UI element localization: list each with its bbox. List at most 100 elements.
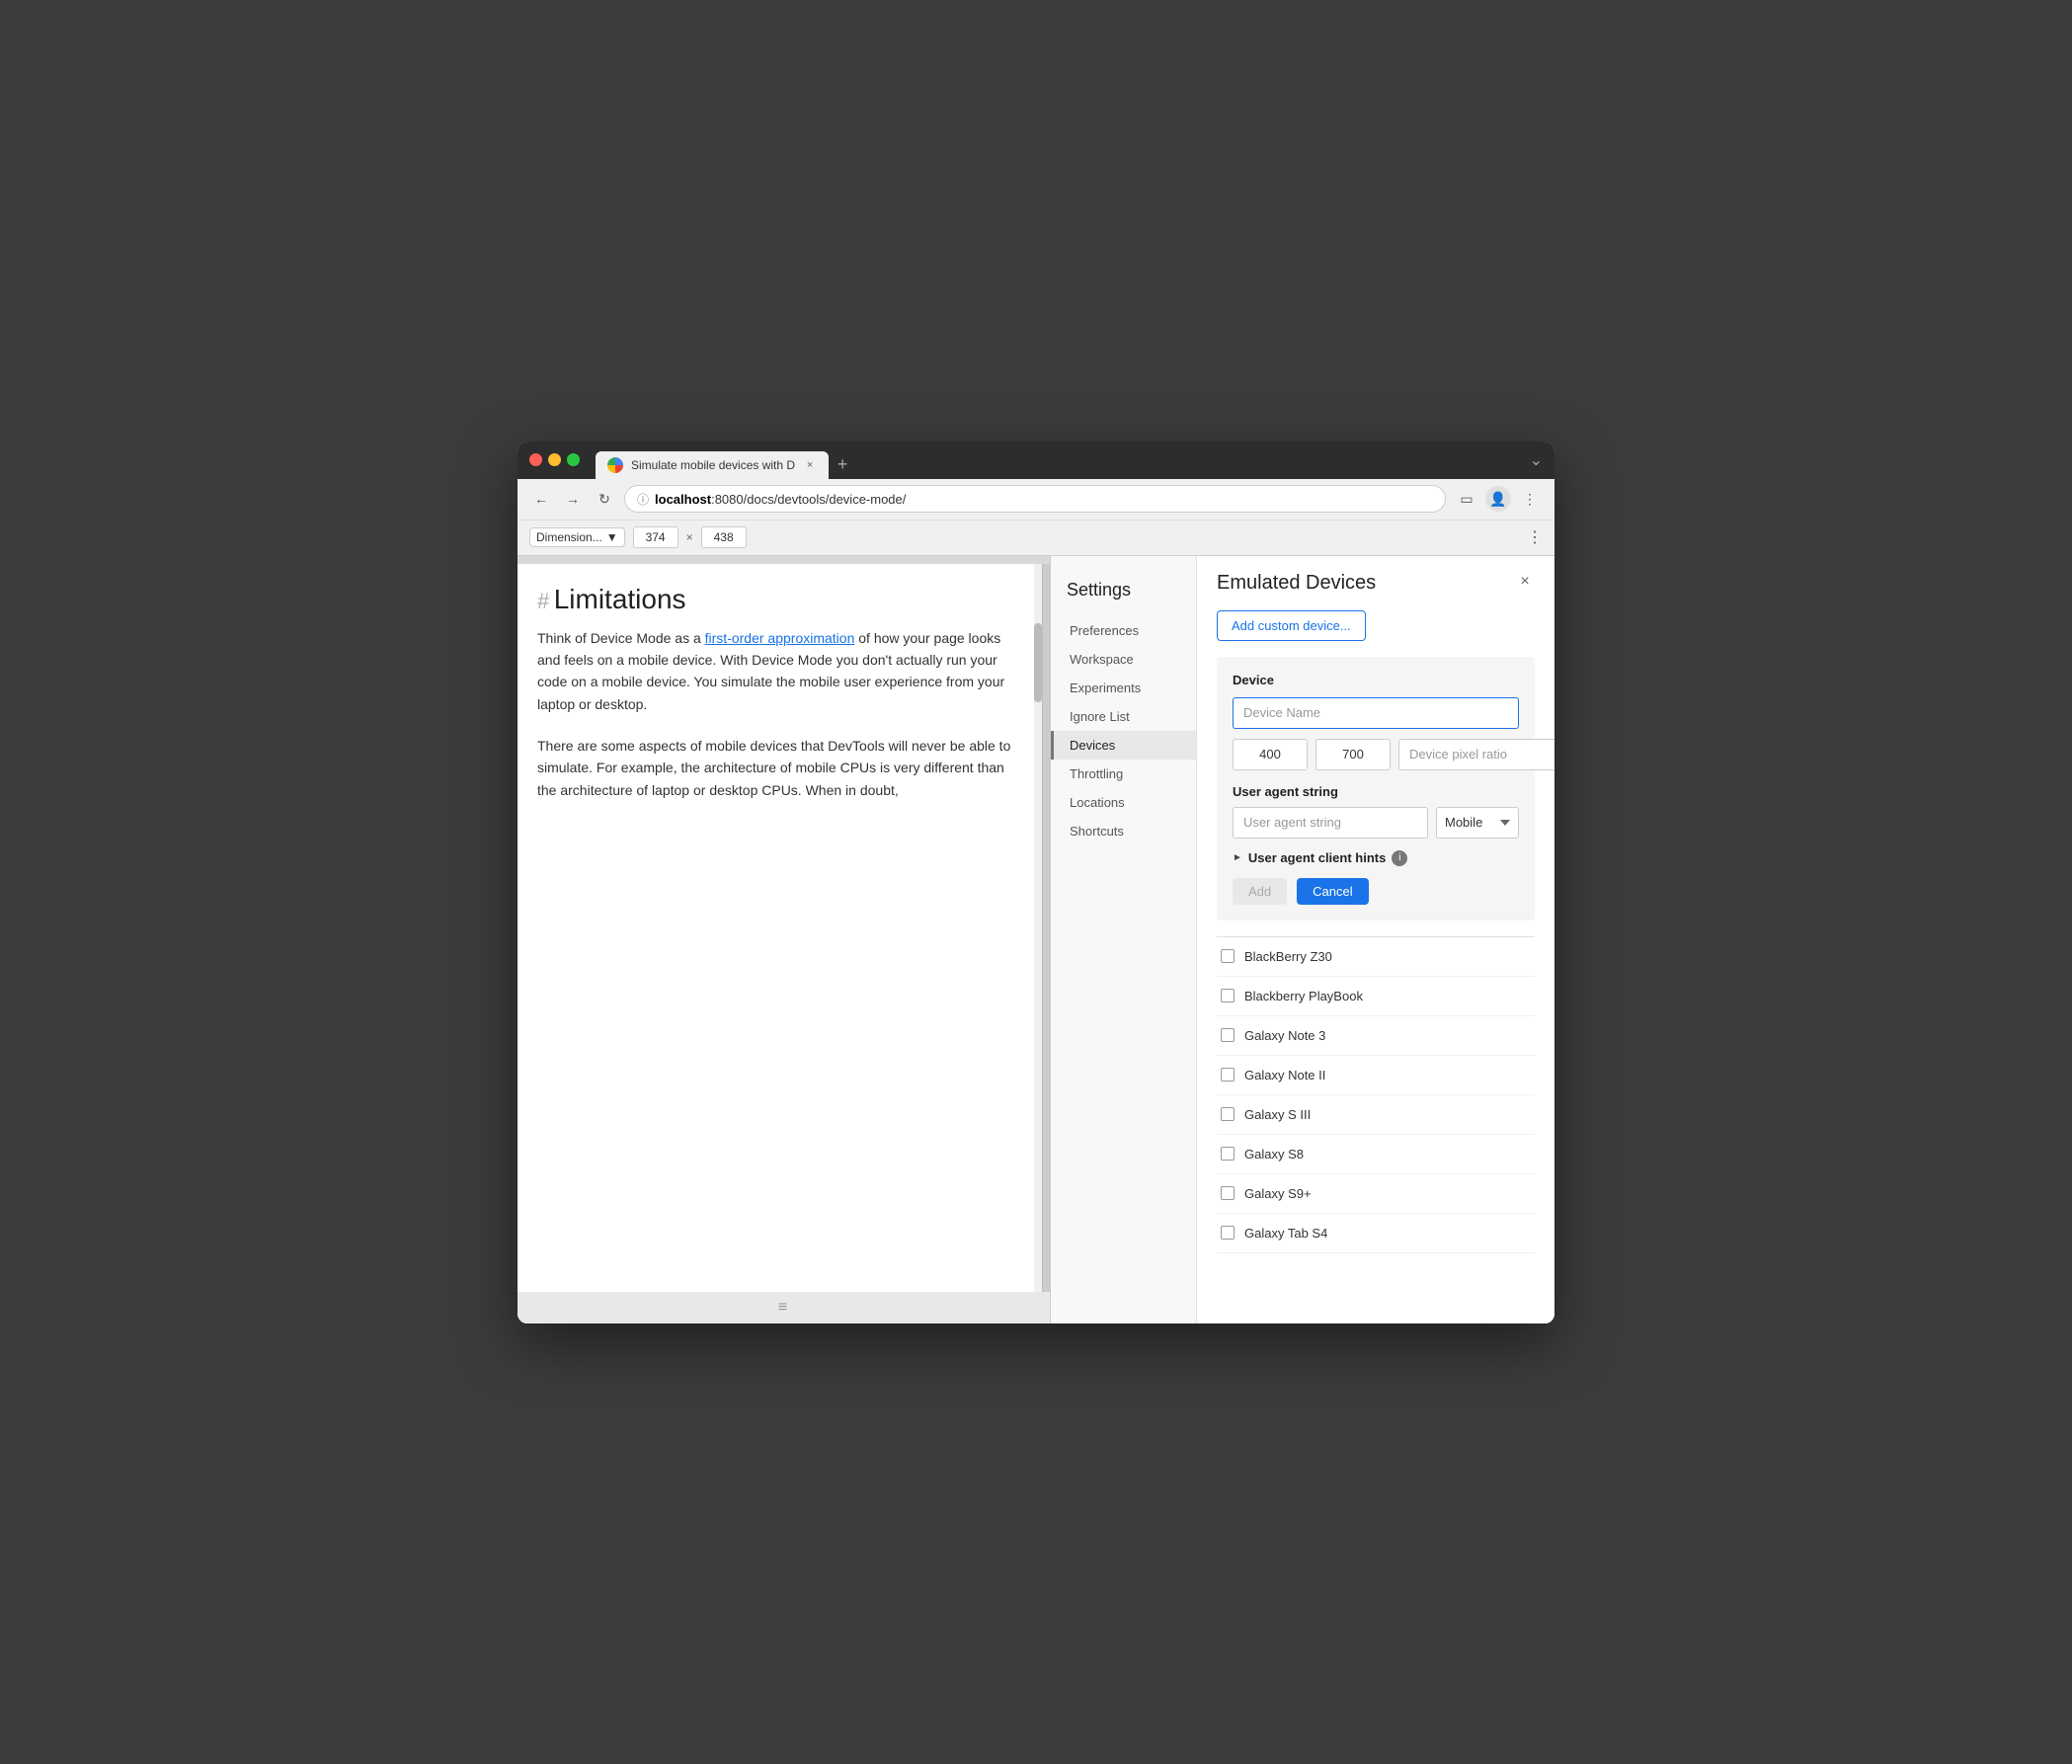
- add-button[interactable]: Add: [1233, 878, 1287, 905]
- list-item: Galaxy S9+: [1217, 1174, 1535, 1214]
- heading-hash: #: [537, 589, 549, 613]
- user-agent-input[interactable]: [1233, 807, 1428, 839]
- list-item: BlackBerry Z30: [1217, 937, 1535, 977]
- device-label: Galaxy S III: [1244, 1107, 1311, 1122]
- emulated-header: Emulated Devices ×: [1217, 572, 1535, 595]
- device-label: Galaxy Tab S4: [1244, 1226, 1327, 1241]
- device-checkbox-galaxy-s8[interactable]: [1221, 1147, 1235, 1161]
- ua-hints-expand-icon[interactable]: ►: [1233, 852, 1242, 863]
- height-input[interactable]: [701, 526, 747, 548]
- webpage-paragraph1: Think of Device Mode as a first-order ap…: [537, 627, 1022, 716]
- ua-hints-label: User agent client hints: [1248, 850, 1386, 865]
- device-dims-row: [1233, 739, 1519, 770]
- tab-close-btn[interactable]: ×: [803, 458, 817, 472]
- refresh-btn[interactable]: ↻: [593, 487, 616, 511]
- device-label: Blackberry PlayBook: [1244, 989, 1363, 1003]
- page-heading: Limitations: [554, 584, 686, 614]
- side-resize-handle[interactable]: [1042, 564, 1050, 1292]
- device-name-input[interactable]: [1233, 697, 1519, 729]
- sidebar-item-workspace[interactable]: Workspace: [1051, 645, 1196, 674]
- dimension-separator: ×: [686, 530, 693, 544]
- cancel-button[interactable]: Cancel: [1297, 878, 1368, 905]
- sidebar-item-devices[interactable]: Devices: [1051, 731, 1196, 760]
- dimension-label: Dimension...: [536, 530, 602, 544]
- webpage-paragraph2: There are some aspects of mobile devices…: [537, 735, 1022, 801]
- back-btn[interactable]: ←: [529, 487, 553, 511]
- cast-btn[interactable]: ▭: [1454, 486, 1479, 512]
- list-item: Galaxy S III: [1217, 1095, 1535, 1135]
- sidebar-item-ignore-list[interactable]: Ignore List: [1051, 702, 1196, 731]
- list-item: Blackberry PlayBook: [1217, 977, 1535, 1016]
- device-checkbox-galaxy-s-iii[interactable]: [1221, 1107, 1235, 1121]
- toolbar-more-btn[interactable]: ⋮: [1527, 527, 1543, 547]
- list-item: Galaxy Tab S4: [1217, 1214, 1535, 1253]
- webpage-area: # Limitations Think of Device Mode as a …: [518, 556, 1051, 1323]
- settings-panel: Settings Preferences Workspace Experimen…: [1051, 556, 1554, 1323]
- address-bar[interactable]: ⓘ localhost:8080/docs/devtools/device-mo…: [624, 485, 1446, 513]
- dimension-select[interactable]: Dimension... ▼: [529, 527, 625, 547]
- device-form: Device User agent string Mobile Desktop: [1217, 657, 1535, 921]
- new-tab-btn[interactable]: +: [829, 451, 856, 479]
- sidebar-item-preferences[interactable]: Preferences: [1051, 616, 1196, 645]
- sidebar-item-locations[interactable]: Locations: [1051, 788, 1196, 817]
- close-traffic-light[interactable]: [529, 453, 542, 466]
- device-pixel-ratio-input[interactable]: [1398, 739, 1554, 770]
- dimension-arrow: ▼: [606, 530, 618, 544]
- tab-favicon: [607, 457, 623, 473]
- user-agent-row: Mobile Desktop Custom: [1233, 807, 1519, 839]
- list-item: Galaxy Note 3: [1217, 1016, 1535, 1056]
- active-tab[interactable]: Simulate mobile devices with D ×: [596, 451, 829, 479]
- list-item: Galaxy Note II: [1217, 1056, 1535, 1095]
- device-width-input[interactable]: [1233, 739, 1308, 770]
- maximize-traffic-light[interactable]: [567, 453, 580, 466]
- minimize-traffic-light[interactable]: [548, 453, 561, 466]
- webpage-top-scrollbar: [518, 556, 1050, 564]
- add-custom-device-button[interactable]: Add custom device...: [1217, 610, 1366, 641]
- browser-window: Simulate mobile devices with D × + ⌄ ← →…: [518, 441, 1554, 1323]
- address-text: localhost:8080/docs/devtools/device-mode…: [655, 492, 906, 507]
- emulated-title: Emulated Devices: [1217, 572, 1376, 595]
- tab-bar: Simulate mobile devices with D × +: [596, 441, 1522, 479]
- webpage-resize-handle[interactable]: ≡: [518, 1292, 1050, 1323]
- tab-title: Simulate mobile devices with D: [631, 458, 795, 472]
- device-label: Galaxy Note 3: [1244, 1028, 1325, 1043]
- device-checkbox-blackberry-playbook[interactable]: [1221, 989, 1235, 1002]
- device-label: Galaxy S9+: [1244, 1186, 1312, 1201]
- traffic-lights: [529, 453, 580, 466]
- user-agent-title: User agent string: [1233, 784, 1519, 799]
- close-button[interactable]: ×: [1515, 572, 1535, 592]
- profile-btn[interactable]: 👤: [1485, 486, 1511, 512]
- device-checkbox-galaxy-tab-s4[interactable]: [1221, 1226, 1235, 1240]
- ua-hints-info-icon[interactable]: i: [1392, 850, 1407, 866]
- chrome-titlebar: Simulate mobile devices with D × + ⌄: [518, 441, 1554, 479]
- sidebar-item-throttling[interactable]: Throttling: [1051, 760, 1196, 788]
- webpage-scrollbar[interactable]: [1034, 564, 1042, 1292]
- user-agent-type-select[interactable]: Mobile Desktop Custom: [1436, 807, 1519, 839]
- device-checkbox-galaxy-s9-plus[interactable]: [1221, 1186, 1235, 1200]
- settings-sidebar: Settings Preferences Workspace Experimen…: [1051, 556, 1197, 1323]
- browser-content: # Limitations Think of Device Mode as a …: [518, 556, 1554, 1323]
- webpage-scrollbar-thumb: [1034, 623, 1042, 702]
- resize-icon: ≡: [778, 1299, 789, 1317]
- sidebar-item-shortcuts[interactable]: Shortcuts: [1051, 817, 1196, 845]
- address-info-icon: ⓘ: [637, 491, 649, 508]
- chrome-more-btn[interactable]: ⌄: [1530, 450, 1543, 470]
- emulated-devices-panel: Emulated Devices × Add custom device... …: [1197, 556, 1554, 1323]
- chrome-addressbar: ← → ↻ ⓘ localhost:8080/docs/devtools/dev…: [518, 479, 1554, 521]
- device-checkbox-galaxy-note-3[interactable]: [1221, 1028, 1235, 1042]
- device-checkbox-blackberry-z30[interactable]: [1221, 949, 1235, 963]
- forward-btn[interactable]: →: [561, 487, 585, 511]
- ua-hints-row: ► User agent client hints i: [1233, 850, 1519, 866]
- width-input[interactable]: [633, 526, 678, 548]
- paragraph1-link[interactable]: first-order approximation: [705, 630, 855, 646]
- chrome-menu-btn[interactable]: ⋮: [1517, 486, 1543, 512]
- device-section-title: Device: [1233, 673, 1519, 687]
- form-actions: Add Cancel: [1233, 878, 1519, 905]
- settings-title: Settings: [1051, 568, 1196, 616]
- sidebar-item-experiments[interactable]: Experiments: [1051, 674, 1196, 702]
- chrome-actions: ▭ 👤 ⋮: [1454, 486, 1543, 512]
- device-label: Galaxy S8: [1244, 1147, 1304, 1162]
- list-item: Galaxy S8: [1217, 1135, 1535, 1174]
- device-checkbox-galaxy-note-ii[interactable]: [1221, 1068, 1235, 1082]
- device-height-input[interactable]: [1315, 739, 1391, 770]
